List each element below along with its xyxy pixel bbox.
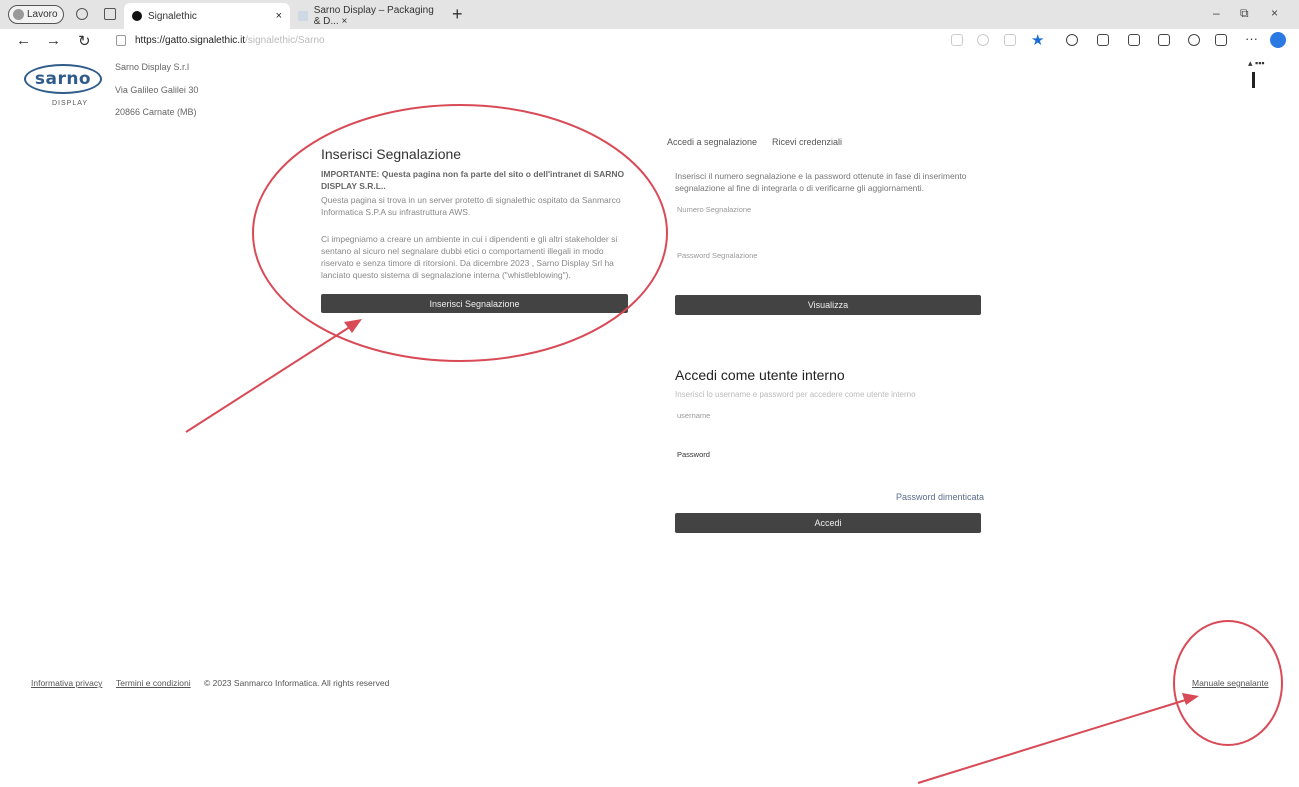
more-options-button[interactable]: ··· [1245, 31, 1258, 46]
logo-subtitle: DISPLAY [52, 100, 89, 107]
annotation-arrow-right [917, 697, 1193, 784]
profile-avatar-icon [13, 9, 24, 20]
report-number-input[interactable] [675, 217, 981, 237]
share-icon[interactable] [1004, 34, 1016, 46]
split-screen-icon[interactable] [1097, 34, 1109, 46]
tab-sarno-display[interactable]: Sarno Display – Packaging & D... × [290, 3, 448, 29]
language-dots-icon: ▴ ▪▪▪ [1248, 58, 1265, 68]
internal-login-title: Accedi come utente interno [675, 367, 845, 383]
annotation-arrowhead-left [344, 319, 362, 333]
copyright-text: © 2023 Sanmarco Informatica. All rights … [204, 678, 390, 688]
url-path: /signalethic/Sarno [245, 35, 325, 46]
favorite-star-icon[interactable]: ★ [1031, 31, 1044, 49]
insert-report-title: Inserisci Segnalazione [321, 146, 462, 162]
language-bar-icon [1252, 72, 1255, 88]
profile-label: Lavoro [27, 9, 58, 20]
tab-close-icon[interactable]: × [276, 10, 282, 22]
reload-icon[interactable]: ↻ [78, 32, 91, 50]
address-bar-row: ← → ↻ https://gatto.signalethic.it/signa… [0, 29, 1299, 53]
tab-receive-credentials[interactable]: Ricevi credenziali [772, 137, 842, 147]
forward-arrow-icon[interactable]: → [46, 32, 61, 49]
url-input[interactable]: https://gatto.signalethic.it/signalethic… [135, 35, 325, 46]
login-button[interactable]: Accedi [675, 513, 981, 533]
restore-button[interactable]: ⧉ [1240, 6, 1249, 21]
language-selector[interactable]: ▴ ▪▪▪ [1248, 58, 1265, 88]
company-city: 20866 Carnate (MB) [115, 107, 197, 117]
tab-signalethic[interactable]: Signalethic × [124, 3, 290, 29]
new-tab-button[interactable]: + [452, 5, 463, 23]
forgot-password-link[interactable]: Password dimenticata [896, 492, 984, 502]
access-report-intro: Inserisci il numero segnalazione e la pa… [675, 171, 967, 193]
tab-title: Sarno Display – Packaging & D... × [313, 5, 434, 27]
logo-text: sarno [34, 69, 92, 89]
insert-report-button[interactable]: Inserisci Segnalazione [321, 294, 628, 313]
read-aloud-icon[interactable] [951, 34, 963, 46]
company-name: Sarno Display S.r.l [115, 62, 190, 72]
privacy-link[interactable]: Informativa privacy [31, 678, 102, 688]
view-report-button[interactable]: Visualizza [675, 295, 981, 315]
annotation-arrowhead-right [1182, 693, 1199, 705]
reporter-manual-link[interactable]: Manuale segnalante [1192, 678, 1269, 688]
copilot-icon[interactable] [1270, 32, 1286, 48]
password-input[interactable] [675, 461, 981, 481]
username-label: username [677, 411, 711, 420]
browser-essentials-icon[interactable] [1215, 34, 1227, 46]
collections-icon[interactable] [1158, 34, 1170, 46]
important-notice: IMPORTANTE: Questa pagina non fa parte d… [321, 169, 625, 191]
tab-access-report[interactable]: Accedi a segnalazione [667, 137, 757, 147]
favorites-icon[interactable] [1128, 34, 1140, 46]
username-input[interactable] [675, 422, 981, 442]
tab-title: Signalethic [148, 10, 197, 22]
browser-tab-bar: Lavoro Signalethic × Sarno Display – Pac… [0, 0, 1299, 29]
tab-actions-icon[interactable] [104, 8, 116, 20]
company-address: Via Galileo Galilei 30 [115, 85, 199, 95]
annotation-arrow-left [185, 322, 357, 433]
lock-icon [116, 35, 126, 46]
report-password-input[interactable] [675, 263, 981, 283]
signalethic-favicon-icon [132, 11, 142, 21]
close-window-button[interactable]: × [1271, 6, 1278, 20]
back-arrow-icon[interactable]: ← [16, 32, 31, 49]
workspaces-icon[interactable] [76, 8, 88, 20]
report-password-label: Password Segnalazione [677, 251, 758, 260]
minimize-button[interactable]: – [1213, 6, 1220, 20]
internal-login-subtitle: Inserisci lo username e password per acc… [675, 390, 916, 399]
annotation-overlay [185, 104, 1283, 784]
report-number-label: Numero Segnalazione [677, 205, 752, 214]
zoom-icon[interactable] [977, 34, 989, 46]
profile-button[interactable]: Lavoro [8, 5, 64, 24]
url-text: https://gatto.signalethic.it [135, 35, 246, 46]
terms-link[interactable]: Termini e condizioni [116, 678, 191, 688]
extension-refresh-icon[interactable] [1066, 34, 1078, 46]
sarno-favicon-icon [298, 11, 308, 21]
password-label: Password [677, 450, 710, 459]
commitment-text: Ci impegniamo a creare un ambiente in cu… [321, 234, 618, 280]
sarno-logo: sarno [24, 64, 102, 94]
server-info-text: Questa pagina si trova in un server prot… [321, 195, 621, 217]
performance-icon[interactable] [1188, 34, 1200, 46]
